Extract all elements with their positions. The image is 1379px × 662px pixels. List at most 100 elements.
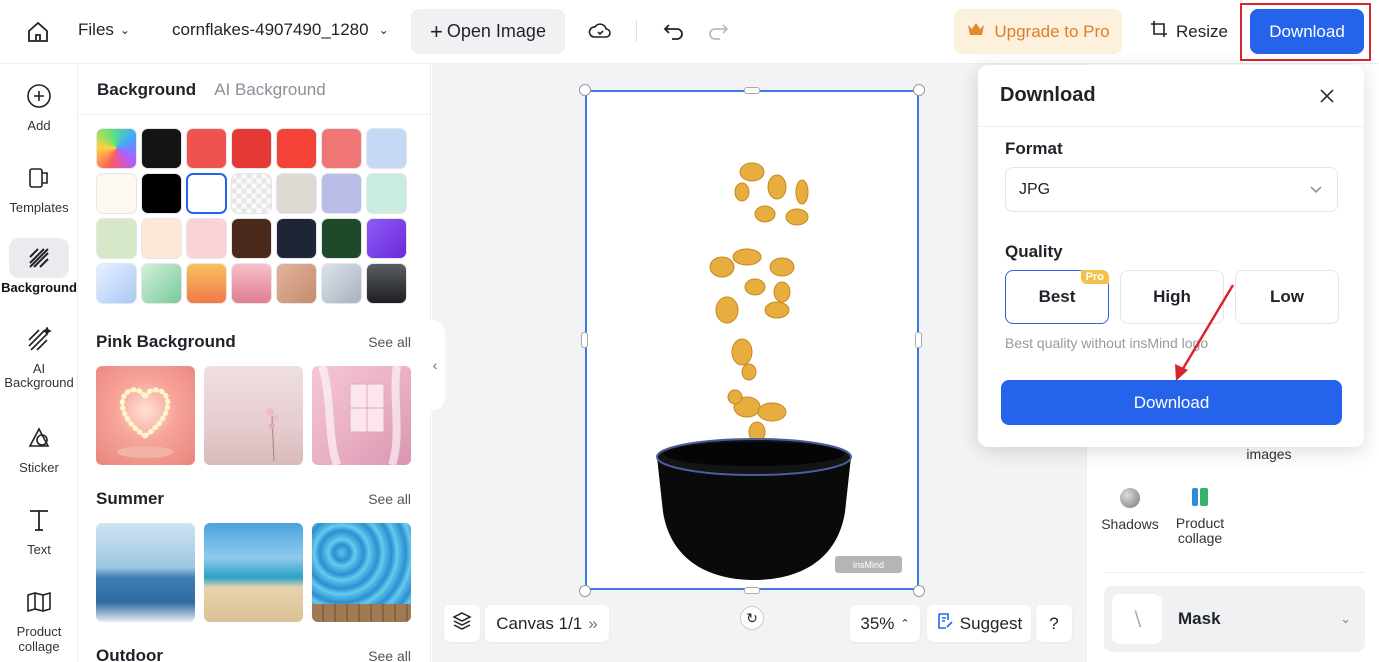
thumb-heart-lights[interactable]	[96, 366, 195, 465]
home-icon[interactable]	[24, 18, 52, 46]
rotate-icon[interactable]: ↻	[740, 606, 764, 630]
download-button[interactable]: Download	[1250, 9, 1364, 54]
see-all-outdoor[interactable]: See all	[368, 648, 411, 662]
color-swatch[interactable]	[276, 263, 317, 304]
see-all-pink[interactable]: See all	[368, 334, 411, 350]
collapse-panel-button[interactable]: ‹	[425, 320, 445, 410]
suggest-button[interactable]: Suggest	[927, 605, 1031, 642]
zoom-control[interactable]: 35% ⌃	[850, 605, 920, 642]
see-all-summer[interactable]: See all	[368, 491, 411, 507]
background-panel: Background AI Background Pink Background…	[79, 64, 431, 662]
quality-note: Best quality without insMind logo	[1005, 335, 1209, 351]
resize-handle-br[interactable]	[913, 585, 925, 597]
section-title-summer: Summer	[96, 489, 165, 508]
layers-button[interactable]	[444, 605, 480, 642]
color-swatch[interactable]	[321, 128, 362, 169]
help-button[interactable]: ?	[1036, 605, 1072, 642]
right-item-images[interactable]: images	[1240, 446, 1298, 462]
top-bar: Files ⌄ cornflakes-4907490_1280 ⌄ + Open…	[0, 0, 1379, 64]
ai-background-icon	[9, 320, 69, 360]
rail-item-templates[interactable]: Templates	[0, 158, 78, 215]
layers-icon	[452, 611, 472, 636]
color-swatch[interactable]	[321, 173, 362, 214]
redo-icon[interactable]	[705, 18, 731, 44]
suggest-label: Suggest	[959, 613, 1023, 633]
open-image-label: Open Image	[446, 21, 546, 41]
toolbar-divider	[636, 20, 637, 42]
color-swatch[interactable]	[186, 263, 227, 304]
upgrade-label: Upgrade to Pro	[994, 21, 1110, 41]
rail-item-sticker[interactable]: Sticker	[0, 418, 78, 475]
chevron-down-icon	[1309, 182, 1323, 201]
quality-low-button[interactable]: Low	[1235, 270, 1339, 324]
thumb-sea-horizon[interactable]	[96, 523, 195, 622]
resize-handle-bl[interactable]	[579, 585, 591, 597]
thumb-beach-sand[interactable]	[204, 523, 303, 622]
color-swatch[interactable]	[96, 173, 137, 214]
resize-handle-right[interactable]	[915, 332, 922, 348]
mask-option[interactable]: ∖ Mask ⌄	[1104, 586, 1365, 652]
resize-button[interactable]: Resize	[1150, 20, 1228, 43]
resize-handle-left[interactable]	[581, 332, 588, 348]
color-swatch[interactable]	[186, 173, 227, 214]
rail-item-product-collage[interactable]: Product collage	[0, 582, 78, 654]
zoom-value: 35%	[860, 613, 895, 633]
suggest-icon	[936, 612, 954, 635]
files-menu[interactable]: Files ⌄	[78, 20, 130, 40]
right-item-product-collage[interactable]: Product collage	[1168, 488, 1232, 546]
color-swatch[interactable]	[141, 128, 182, 169]
color-swatch[interactable]	[141, 173, 182, 214]
color-swatch[interactable]	[186, 218, 227, 259]
resize-handle-tl[interactable]	[579, 84, 591, 96]
tab-ai-background[interactable]: AI Background	[214, 80, 326, 100]
right-item-shadows[interactable]: Shadows	[1098, 488, 1162, 532]
resize-handle-tr[interactable]	[913, 84, 925, 96]
quality-best-button[interactable]: Best Pro	[1005, 270, 1109, 324]
quality-high-button[interactable]: High	[1120, 270, 1224, 324]
thumb-pink-window[interactable]	[312, 366, 411, 465]
format-select[interactable]: JPG	[1005, 167, 1338, 212]
color-swatch[interactable]	[366, 173, 407, 214]
undo-icon[interactable]	[661, 18, 687, 44]
popup-download-button[interactable]: Download	[1001, 380, 1342, 425]
rail-item-background[interactable]: Background	[0, 238, 78, 295]
color-swatch[interactable]	[276, 173, 317, 214]
color-swatch[interactable]	[96, 263, 137, 304]
chevron-down-icon: ⌄	[119, 23, 130, 37]
color-swatch[interactable]	[141, 218, 182, 259]
color-swatch[interactable]	[231, 263, 272, 304]
file-name-menu[interactable]: cornflakes-4907490_1280 ⌄	[172, 20, 389, 40]
cloud-sync-icon[interactable]	[587, 18, 613, 44]
rail-label: AI Background	[4, 361, 74, 390]
color-swatch[interactable]	[321, 263, 362, 304]
color-swatch[interactable]	[231, 218, 272, 259]
rail-item-add[interactable]: Add	[0, 76, 78, 133]
color-swatch[interactable]	[96, 218, 137, 259]
rail-item-text[interactable]: Text	[0, 500, 78, 557]
chevron-down-icon: ⌄	[378, 23, 389, 37]
color-swatch[interactable]	[231, 128, 272, 169]
canvas-switcher[interactable]: Canvas 1/1 »	[485, 605, 609, 642]
upgrade-to-pro-button[interactable]: Upgrade to Pro	[954, 9, 1122, 54]
thumb-pink-flowers[interactable]	[204, 366, 303, 465]
rail-item-ai-background[interactable]: AI Background	[0, 320, 78, 390]
color-swatch[interactable]	[366, 128, 407, 169]
files-label: Files	[78, 20, 114, 39]
tab-background[interactable]: Background	[97, 80, 196, 100]
color-swatch[interactable]	[366, 263, 407, 304]
color-swatch[interactable]	[141, 263, 182, 304]
color-swatch[interactable]	[366, 218, 407, 259]
close-icon[interactable]	[1316, 85, 1338, 107]
color-swatch[interactable]	[321, 218, 362, 259]
artboard[interactable]	[585, 90, 919, 590]
resize-handle-bottom[interactable]	[744, 587, 760, 594]
color-swatch[interactable]	[276, 128, 317, 169]
resize-handle-top[interactable]	[744, 87, 760, 94]
color-swatch[interactable]	[231, 173, 272, 214]
color-swatch[interactable]	[96, 128, 137, 169]
thumb-pool-water[interactable]	[312, 523, 411, 622]
double-chevron-right-icon: »	[588, 613, 598, 633]
color-swatch[interactable]	[186, 128, 227, 169]
color-swatch[interactable]	[276, 218, 317, 259]
open-image-button[interactable]: + Open Image	[411, 9, 565, 54]
